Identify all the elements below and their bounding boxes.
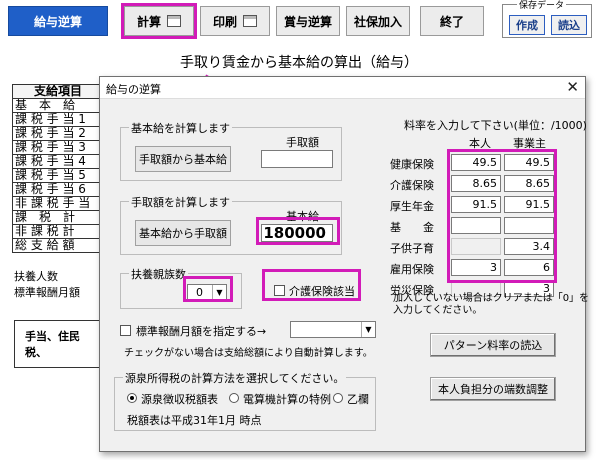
dialog-titlebar: 給与の逆算 ✕ — [100, 77, 585, 99]
social-insurance-button[interactable]: 社保加入 — [346, 6, 410, 36]
create-button[interactable]: 作成 — [509, 15, 545, 35]
load-pattern-rates-button[interactable]: パターン料率の読込 — [430, 333, 556, 357]
table-row: 非 課 税 計 — [12, 224, 104, 239]
highlight-nursing — [262, 269, 361, 301]
exit-button[interactable]: 終了 — [420, 6, 484, 36]
takehome-to-base-button[interactable]: 手取額から基本給 — [135, 146, 231, 172]
table-row: 課 税 手 当 2 — [12, 126, 104, 141]
rate-row-label: 介護保険 — [390, 179, 434, 192]
chevron-down-icon: ▼ — [361, 322, 375, 337]
standard-monthly-option-label: 標準報酬月額を指定する→ — [136, 325, 267, 338]
table-row: 課 税 手 当 6 — [12, 182, 104, 197]
table-row: 基 本 給 — [12, 98, 104, 113]
calculate-button[interactable]: 計算 — [121, 3, 197, 39]
rate-row-label: 基 金 — [390, 221, 434, 234]
highlight-base-salary — [256, 217, 340, 245]
highlight-rates — [447, 149, 557, 283]
payment-items-table: 支給項目 基 本 給 課 税 手 当 1 課 税 手 当 2 課 税 手 当 3… — [12, 84, 104, 253]
radio-computer-special[interactable] — [229, 393, 239, 403]
standard-monthly-checkbox[interactable] — [120, 325, 131, 336]
withholding-method-group: 源泉所得税の計算方法を選択してください。 源泉徴収税額表 電算機計算の特例 乙欄… — [114, 370, 376, 431]
dialog-title: 給与の逆算 — [106, 83, 161, 96]
table-row: 非 課 税 手 当 — [12, 196, 104, 211]
calculator-icon — [167, 15, 181, 27]
table-row: 支給項目 — [12, 84, 104, 99]
table-row: 課 税 手 当 4 — [12, 154, 104, 169]
bonus-reverse-button[interactable]: 賞与逆算 — [276, 6, 340, 36]
rate-row-label: 厚生年金 — [390, 200, 434, 213]
radio-withholding-table[interactable] — [127, 393, 137, 403]
read-button[interactable]: 読込 — [551, 15, 587, 35]
printer-icon — [243, 15, 257, 27]
tax-table-date-note: 税額表は平成31年1月 時点 — [127, 414, 262, 427]
base-to-takehome-button[interactable]: 基本給から手取額 — [135, 220, 231, 246]
rate-row-label: 子供子育 — [390, 242, 434, 255]
standard-monthly-note: チェックがない場合は支給総額により自動計算します。 — [124, 348, 373, 359]
rates-note-line2: 入力してください。 — [393, 305, 483, 316]
rate-row-label: 健康保険 — [390, 158, 434, 171]
salary-reverse-button[interactable]: 給与逆算 — [8, 6, 108, 36]
table-row: 課 税 手 当 5 — [12, 168, 104, 183]
radio-otsu[interactable] — [333, 393, 343, 403]
base-calc-group: 基本給を計算します 手取額 手取額から基本給 — [120, 120, 342, 181]
salary-reverse-dialog: 給与の逆算 ✕ 基本給を計算します 手取額 手取額から基本給 手取額を計算します… — [99, 76, 589, 452]
table-row: 課 税 手 当 1 — [12, 112, 104, 127]
highlight-dependents — [183, 276, 233, 302]
standard-monthly-select[interactable]: ▼ — [290, 321, 376, 338]
table-row: 総 支 給 額 — [12, 238, 104, 253]
table-row: 課 税 計 — [12, 210, 104, 225]
rates-header: 料率を入力して下さい(単位：/1000) — [404, 119, 587, 132]
print-button[interactable]: 印刷 — [200, 6, 270, 36]
dependents-label: 扶養人数 — [14, 270, 58, 283]
save-data-group: 保存データ 作成 読込 — [502, 0, 592, 38]
page-heading: 手取り賃金から基本給の算出（給与） — [180, 55, 418, 71]
allowance-note-box: 手当、住民税、 — [14, 320, 100, 368]
close-icon[interactable]: ✕ — [566, 78, 579, 96]
table-row: 課 税 手 当 3 — [12, 140, 104, 155]
standard-monthly-label: 標準報酬月額 — [14, 286, 80, 299]
rate-row-label: 雇用保険 — [390, 263, 434, 276]
rounding-adjust-button[interactable]: 本人負担分の端数調整 — [430, 377, 556, 401]
takehome-input[interactable] — [261, 150, 333, 168]
